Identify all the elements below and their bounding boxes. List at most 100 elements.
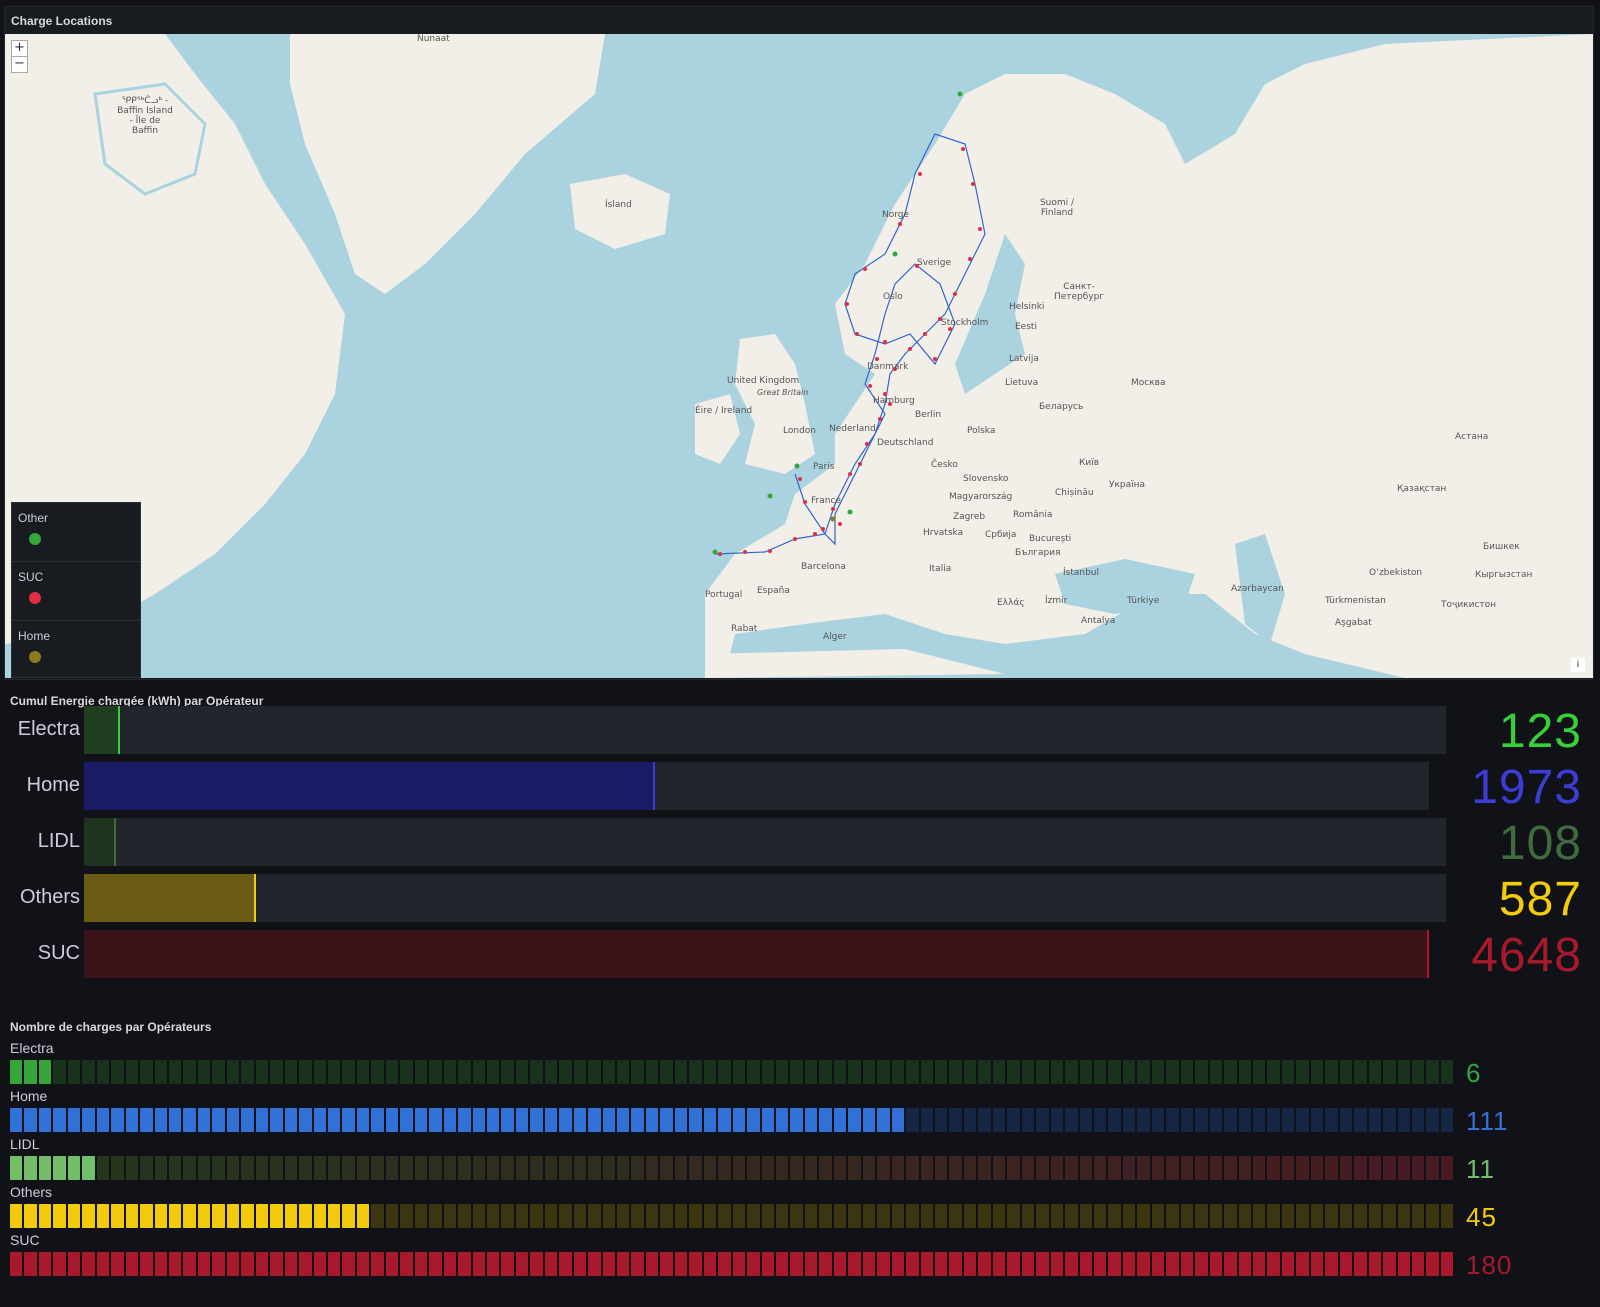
zoom-in-button[interactable]: + bbox=[11, 40, 28, 57]
count-bar-cell bbox=[458, 1252, 471, 1276]
zoom-out-button[interactable]: − bbox=[11, 56, 28, 73]
count-bar-cell bbox=[1195, 1156, 1208, 1180]
map-label: Antalya bbox=[1081, 616, 1116, 626]
count-bar-cell bbox=[53, 1204, 66, 1228]
count-bar-cell bbox=[833, 1156, 847, 1180]
count-bar-cell bbox=[1411, 1108, 1425, 1132]
count-row-electra: Electra 6 bbox=[10, 1040, 1570, 1088]
count-bar-cell bbox=[1065, 1156, 1078, 1180]
count-bar-cell bbox=[313, 1156, 326, 1180]
charges-count-panel: Nombre de charges par Opérateurs Electra… bbox=[4, 1010, 1592, 1302]
count-bar-cell bbox=[573, 1060, 587, 1084]
count-bar-cell bbox=[1368, 1060, 1382, 1084]
count-bar-cell bbox=[82, 1252, 95, 1276]
count-bar-cell bbox=[992, 1060, 1006, 1084]
map-label: Москва bbox=[1131, 378, 1166, 388]
count-bar-cell bbox=[1180, 1060, 1194, 1084]
energy-bar-track bbox=[84, 874, 1446, 922]
count-bar-cell bbox=[400, 1156, 413, 1180]
count-bar-cell bbox=[327, 1252, 341, 1276]
count-bar-cell bbox=[154, 1156, 167, 1180]
count-value: 111 bbox=[1466, 1106, 1509, 1136]
count-bar-cell bbox=[1093, 1252, 1107, 1276]
count-bar-cell bbox=[1310, 1204, 1324, 1228]
count-bar-cell bbox=[96, 1204, 110, 1228]
count-bar-cell bbox=[38, 1060, 52, 1084]
count-bar-cell bbox=[978, 1060, 991, 1084]
count-bar-cell bbox=[588, 1108, 601, 1132]
energy-row-label: Home bbox=[26, 774, 80, 796]
count-bar-cell bbox=[1383, 1204, 1396, 1228]
count-bar-cell bbox=[429, 1156, 442, 1180]
map-view[interactable]: + − Nunaat ᕿᑭᖅᑖᓗᒃ - Baffin Island - Île … bbox=[5, 34, 1593, 678]
count-bar-cell bbox=[1007, 1156, 1020, 1180]
attribution-button[interactable]: i bbox=[1571, 658, 1585, 672]
count-bar-cell bbox=[674, 1060, 688, 1084]
count-bar-cell bbox=[458, 1060, 471, 1084]
count-bar-cell bbox=[241, 1252, 254, 1276]
map-label: Zagreb bbox=[953, 512, 986, 522]
count-bar-cell bbox=[1440, 1108, 1454, 1132]
count-bar-cell bbox=[1122, 1108, 1136, 1132]
map-label: Oʻzbekiston bbox=[1369, 568, 1423, 578]
count-bar-cell bbox=[53, 1108, 66, 1132]
count-bar-cell bbox=[125, 1108, 139, 1132]
count-bar-cell bbox=[732, 1156, 746, 1180]
count-bar-cell bbox=[1238, 1252, 1251, 1276]
count-bar-cell bbox=[1267, 1204, 1280, 1228]
map-label: Србија bbox=[985, 530, 1017, 540]
count-bar-cell bbox=[284, 1204, 298, 1228]
count-bar-cell bbox=[1050, 1204, 1064, 1228]
count-bar-cell bbox=[862, 1252, 876, 1276]
count-bar-cell bbox=[862, 1204, 876, 1228]
count-bar-cell bbox=[891, 1108, 905, 1132]
legend-item-home[interactable]: Home bbox=[12, 621, 140, 678]
count-bar-cell bbox=[703, 1060, 717, 1084]
count-bar-cell bbox=[241, 1060, 254, 1084]
count-bar-cell bbox=[313, 1252, 326, 1276]
count-bar-cell bbox=[10, 1156, 23, 1180]
count-bar-cell bbox=[400, 1204, 413, 1228]
legend-item-suc[interactable]: SUC bbox=[12, 562, 140, 621]
count-bar-cell bbox=[660, 1252, 673, 1276]
count-bar-cell bbox=[1151, 1060, 1165, 1084]
count-bar-cell bbox=[1065, 1108, 1078, 1132]
count-bar-cell bbox=[819, 1156, 832, 1180]
count-bar-cell bbox=[53, 1156, 66, 1180]
count-bar-cell bbox=[949, 1252, 962, 1276]
count-bar-track bbox=[10, 1108, 1454, 1132]
count-bar-cell bbox=[1281, 1204, 1295, 1228]
count-bar-cell bbox=[790, 1060, 803, 1084]
count-bar-cell bbox=[1252, 1108, 1266, 1132]
count-bar-cell bbox=[38, 1204, 52, 1228]
count-bar-cell bbox=[53, 1252, 66, 1276]
count-bar-cell bbox=[414, 1252, 428, 1276]
legend-item-other[interactable]: Other bbox=[12, 503, 140, 562]
energy-bar-track bbox=[84, 930, 1429, 978]
count-bar-cell bbox=[270, 1060, 283, 1084]
energy-bar-track bbox=[84, 706, 1446, 754]
count-bar-cell bbox=[963, 1108, 977, 1132]
count-bar-cell bbox=[530, 1108, 543, 1132]
legend-dot bbox=[29, 651, 41, 663]
count-bar-cell bbox=[877, 1252, 890, 1276]
count-bar-cell bbox=[212, 1252, 225, 1276]
count-bar-cell bbox=[515, 1060, 529, 1084]
legend-label: Home bbox=[18, 629, 51, 643]
count-bar-cell bbox=[1296, 1108, 1309, 1132]
map-label: Hrvatska bbox=[923, 528, 964, 538]
count-bar-cell bbox=[371, 1060, 384, 1084]
map-label: Great Britain bbox=[757, 388, 809, 397]
count-bar-cell bbox=[978, 1204, 991, 1228]
count-bar-cell bbox=[1036, 1156, 1049, 1180]
map-label: Беларусь bbox=[1039, 402, 1084, 412]
count-bar-cell bbox=[1252, 1204, 1266, 1228]
count-bar-cell bbox=[559, 1156, 572, 1180]
count-bar-cell bbox=[1079, 1252, 1092, 1276]
count-bar-cell bbox=[992, 1252, 1006, 1276]
count-bar-cell bbox=[53, 1060, 66, 1084]
energy-bar-fill bbox=[84, 874, 256, 922]
count-bar-cell bbox=[385, 1060, 399, 1084]
count-bar-cell bbox=[645, 1060, 659, 1084]
count-bar-cell bbox=[356, 1204, 370, 1228]
